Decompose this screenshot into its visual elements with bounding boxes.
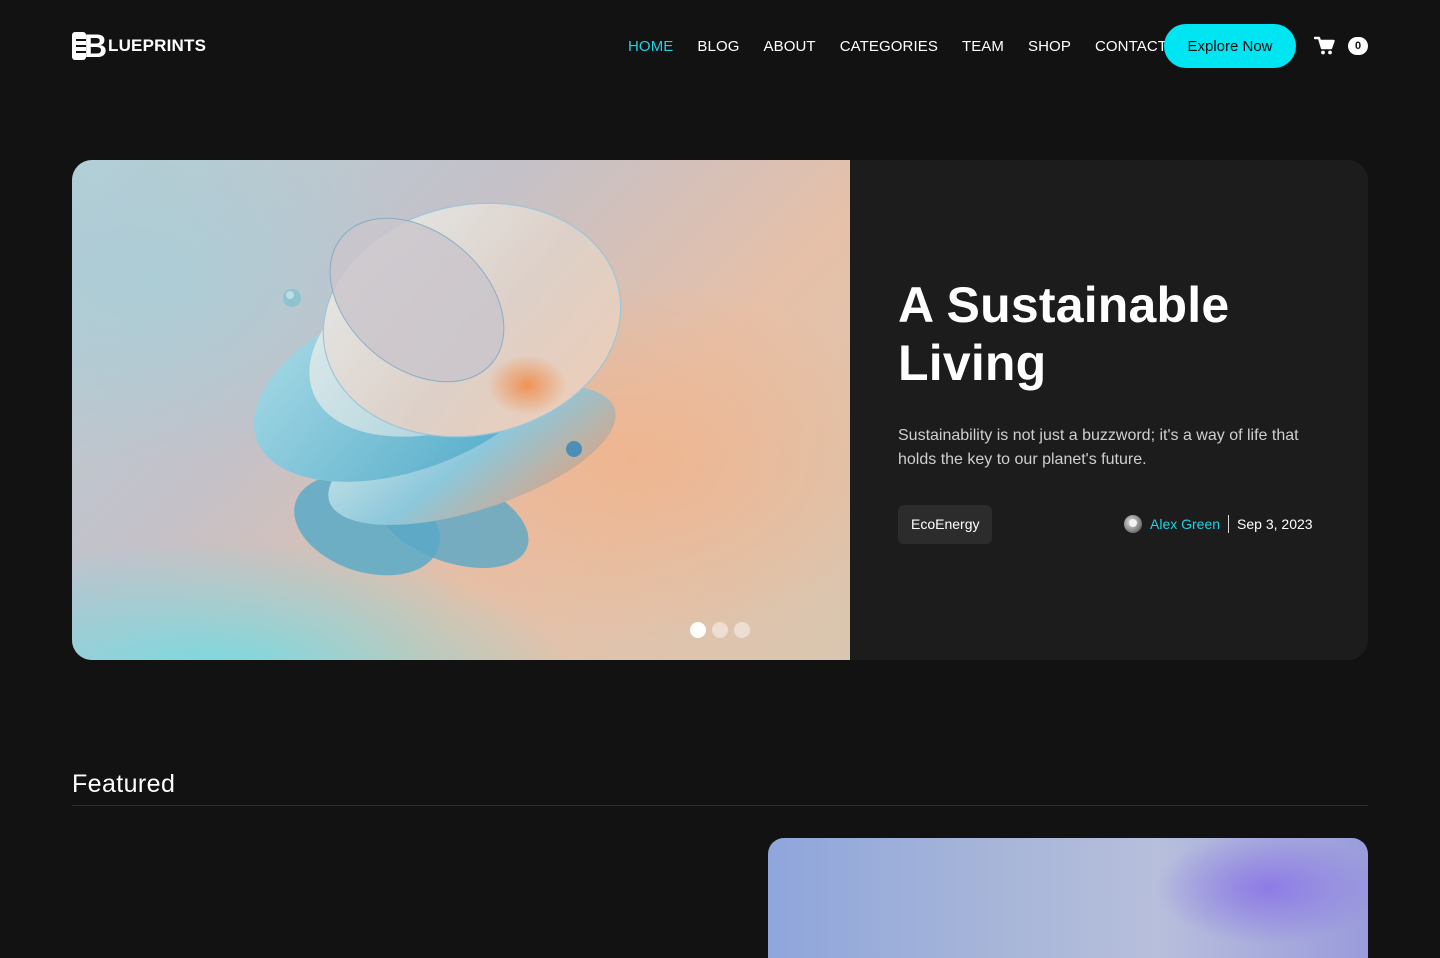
featured-card-image[interactable] (768, 838, 1368, 958)
hero-image (72, 160, 850, 660)
nav-item-home[interactable]: HOME (628, 38, 673, 55)
cart-count-badge: 0 (1348, 37, 1368, 55)
hero-content: A Sustainable Living Sustainability is n… (850, 160, 1368, 660)
brand-logo[interactable]: B LUEPRINTS (72, 28, 207, 64)
slider-dots (690, 622, 750, 638)
author-link[interactable]: Alex Green (1150, 516, 1220, 532)
main-nav: HOME BLOG ABOUT CATEGORIES TEAM SHOP CON… (628, 36, 1167, 56)
nav-item-blog[interactable]: BLOG (697, 38, 739, 55)
slider-dot-3[interactable] (734, 622, 750, 638)
hero-slider: A Sustainable Living Sustainability is n… (72, 160, 1368, 660)
category-tag[interactable]: EcoEnergy (898, 505, 993, 544)
site-header: B LUEPRINTS HOME BLOG ABOUT CATEGORIES T… (0, 0, 1440, 92)
slider-dot-1[interactable] (690, 622, 706, 638)
post-date: Sep 3, 2023 (1237, 516, 1313, 532)
logo-letter: B (84, 28, 108, 64)
featured-divider (72, 805, 1368, 806)
abstract-3d-shape-illustration (253, 202, 622, 576)
logo-mark-icon: B (72, 28, 108, 64)
meta-divider (1228, 515, 1230, 533)
nav-item-contact[interactable]: CONTACT (1095, 38, 1167, 55)
nav-item-categories[interactable]: CATEGORIES (840, 38, 938, 55)
nav-item-team[interactable]: TEAM (962, 38, 1004, 55)
featured-heading: Featured (72, 770, 176, 798)
slider-dot-2[interactable] (712, 622, 728, 638)
author-avatar (1124, 515, 1142, 533)
explore-now-button[interactable]: Explore Now (1164, 24, 1296, 68)
nav-item-shop[interactable]: SHOP (1028, 38, 1071, 55)
hero-description: Sustainability is not just a buzzword; i… (898, 427, 1299, 468)
logo-text: LUEPRINTS (108, 36, 207, 55)
shopping-cart-icon[interactable] (1313, 36, 1336, 56)
post-meta: Alex Green Sep 3, 2023 (1124, 514, 1313, 534)
hero-title[interactable]: A Sustainable Living (898, 276, 1338, 392)
nav-item-about[interactable]: ABOUT (764, 38, 816, 55)
